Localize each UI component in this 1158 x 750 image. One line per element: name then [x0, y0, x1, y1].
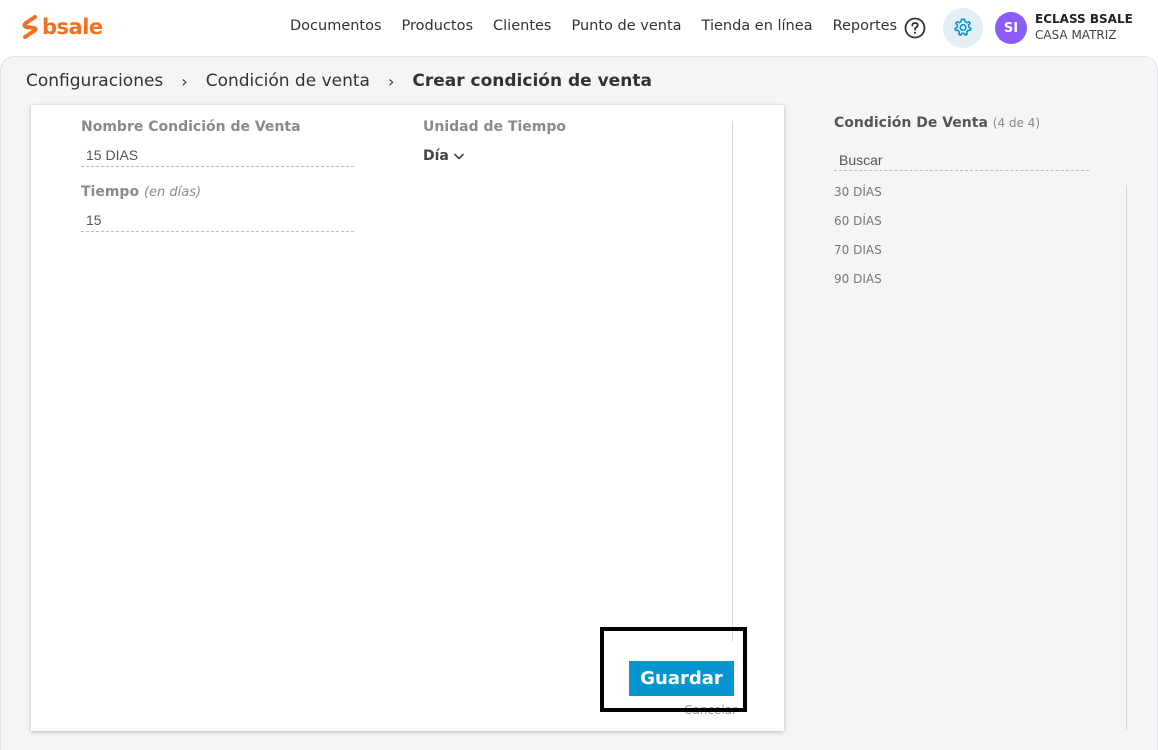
bsale-logo-icon	[22, 15, 38, 39]
main-content: Configuraciones › Condición de venta › C…	[0, 56, 1158, 750]
unit-select-value: Día	[423, 148, 449, 164]
breadcrumb: Configuraciones › Condición de venta › C…	[26, 71, 652, 91]
help-icon	[904, 17, 926, 39]
side-panel-count: (4 de 4)	[992, 116, 1041, 130]
logo-text: bsale	[42, 15, 103, 39]
settings-button[interactable]	[943, 8, 983, 48]
bsale-logo[interactable]: bsale	[22, 14, 103, 40]
chevron-right-icon: ›	[387, 71, 395, 91]
condition-list: 30 DÍAS 60 DÍAS 70 DIAS 90 DIAS	[834, 185, 882, 301]
main-nav: Documentos Productos Clientes Punto de v…	[280, 18, 907, 34]
name-field[interactable]	[81, 143, 354, 167]
breadcrumb-configuraciones[interactable]: Configuraciones	[26, 71, 163, 91]
page-title: Crear condición de venta	[412, 71, 652, 91]
nav-item-tienda-en-linea[interactable]: Tienda en línea	[702, 18, 813, 34]
time-field-label: Tiempo (en días)	[81, 184, 201, 200]
divider	[732, 121, 733, 641]
unit-select[interactable]: Día	[423, 148, 464, 164]
chevron-down-icon	[454, 153, 464, 159]
list-item[interactable]: 70 DIAS	[834, 243, 882, 272]
user-branch: CASA MATRIZ	[1035, 28, 1117, 42]
breadcrumb-condicion-de-venta[interactable]: Condición de venta	[206, 71, 370, 91]
help-button[interactable]	[903, 16, 927, 40]
list-item[interactable]: 30 DÍAS	[834, 185, 882, 214]
nav-item-clientes[interactable]: Clientes	[493, 18, 551, 34]
side-divider	[1126, 185, 1127, 730]
nav-item-punto-de-venta[interactable]: Punto de venta	[571, 18, 681, 34]
top-bar: bsale Documentos Productos Clientes Punt…	[0, 0, 1158, 56]
time-field-label-text: Tiempo	[81, 184, 140, 200]
user-name[interactable]: ECLASS BSALE	[1035, 12, 1133, 26]
name-field-label: Nombre Condición de Venta	[81, 119, 301, 135]
chevron-right-icon: ›	[181, 71, 188, 91]
time-field-hint: (en días)	[143, 185, 202, 200]
nav-item-reportes[interactable]: Reportes	[833, 18, 898, 34]
unit-field-label: Unidad de Tiempo	[423, 119, 566, 135]
side-panel-title: Condición De Venta (4 de 4)	[834, 115, 1040, 131]
nav-item-documentos[interactable]: Documentos	[290, 18, 382, 34]
side-panel-title-text: Condición De Venta	[834, 115, 988, 131]
list-item[interactable]: 90 DIAS	[834, 272, 882, 301]
avatar[interactable]: SI	[995, 12, 1027, 44]
search-input[interactable]	[834, 149, 1089, 171]
time-field[interactable]	[81, 208, 354, 232]
nav-item-productos[interactable]: Productos	[402, 18, 473, 34]
list-item[interactable]: 60 DÍAS	[834, 214, 882, 243]
gear-icon	[954, 18, 972, 36]
highlight-box	[600, 627, 747, 712]
